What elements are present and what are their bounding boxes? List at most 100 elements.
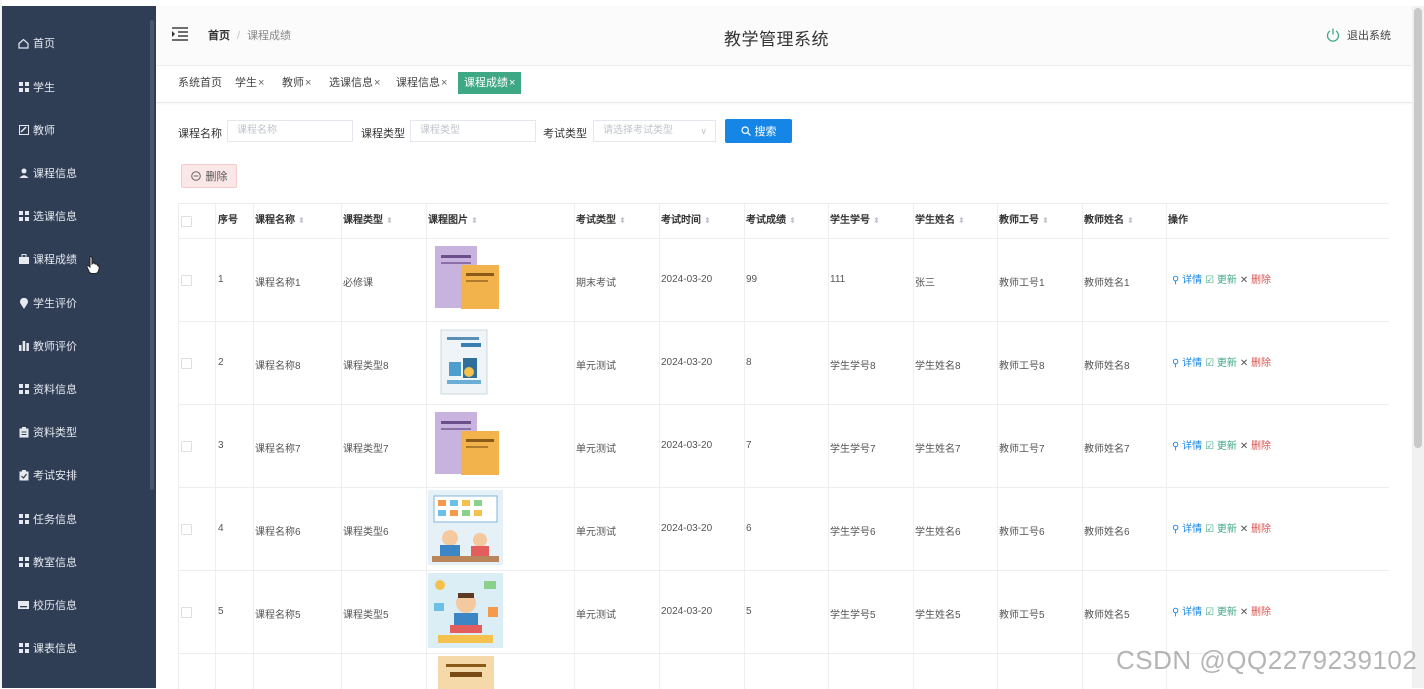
user-icon	[18, 168, 29, 179]
sort-icon[interactable]: ⬍	[873, 216, 880, 225]
menu-toggle-icon[interactable]	[172, 27, 188, 41]
detail-button[interactable]: ⚲ 详情	[1172, 354, 1202, 369]
delete-button[interactable]: ✕ 删除	[1240, 603, 1271, 618]
detail-button[interactable]: ⚲ 详情	[1172, 271, 1202, 286]
cell-course-type: 课程类型6	[343, 527, 389, 538]
row-checkbox[interactable]	[181, 441, 192, 452]
select-all-checkbox[interactable]	[181, 216, 192, 227]
column-header-course-type[interactable]: 课程类型 ⬍	[343, 204, 393, 239]
breadcrumb: 首页 / 课程成绩	[208, 27, 291, 43]
course-image-thumbnail[interactable]	[438, 656, 494, 689]
tab-label: 学生	[235, 77, 257, 89]
sort-icon[interactable]: ⬍	[619, 216, 626, 225]
sort-icon[interactable]: ⬍	[958, 216, 965, 225]
sort-icon[interactable]: ⬍	[1127, 216, 1134, 225]
close-icon[interactable]: ×	[441, 77, 447, 89]
sidebar-item-material-types[interactable]: 资料类型	[2, 417, 152, 447]
close-icon[interactable]: ×	[258, 77, 264, 89]
column-header-exam-type[interactable]: 考试类型 ⬍	[576, 204, 626, 239]
sidebar-item-label: 课表信息	[33, 643, 77, 655]
update-button[interactable]: ☑ 更新	[1205, 603, 1237, 618]
course-image-thumbnail[interactable]	[433, 409, 503, 479]
sort-icon[interactable]: ⬍	[704, 216, 711, 225]
update-button[interactable]: ☑ 更新	[1205, 437, 1237, 452]
sidebar-item-tasks[interactable]: 任务信息	[2, 504, 152, 534]
row-checkbox[interactable]	[181, 607, 192, 618]
close-icon[interactable]: ×	[374, 77, 380, 89]
cell-teacher-name: 教师姓名1	[1084, 278, 1130, 289]
course-name-input[interactable]: 课程名称	[227, 120, 353, 142]
sidebar-item-label: 教师评价	[33, 341, 77, 353]
sidebar-item-materials[interactable]: 资料信息	[2, 374, 152, 404]
sidebar-item-student-eval[interactable]: 学生评价	[2, 288, 152, 318]
search-button[interactable]: 搜索	[725, 119, 792, 143]
update-button[interactable]: ☑ 更新	[1205, 520, 1237, 535]
cell-exam-type: 期末考试	[576, 278, 616, 289]
tab-course-grades[interactable]: 课程成绩×	[458, 72, 522, 94]
tab-enrollment[interactable]: 选课信息×	[326, 72, 383, 94]
sidebar-item-school-calendar[interactable]: 校历信息	[2, 590, 152, 620]
column-header-student-no[interactable]: 学生学号 ⬍	[830, 204, 880, 239]
column-header-course-image[interactable]: 课程图片 ⬍	[428, 204, 478, 239]
course-image-thumbnail[interactable]	[439, 328, 491, 396]
tab-teachers[interactable]: 教师×	[279, 72, 314, 94]
sidebar-item-teacher-eval[interactable]: 教师评价	[2, 331, 152, 361]
close-icon: ✕	[1239, 275, 1249, 286]
sort-icon[interactable]: ⬍	[789, 216, 796, 225]
sidebar-item-home[interactable]: 首页	[2, 28, 152, 58]
column-header-teacher-name[interactable]: 教师姓名 ⬍	[1084, 204, 1134, 239]
row-checkbox[interactable]	[181, 524, 192, 535]
detail-button[interactable]: ⚲ 详情	[1172, 437, 1202, 452]
cell-course-name: 课程名称1	[255, 278, 301, 289]
sidebar-item-timetable[interactable]: 课表信息	[2, 633, 152, 663]
delete-button[interactable]: ✕ 删除	[1240, 271, 1271, 286]
course-image-thumbnail[interactable]	[433, 243, 503, 313]
sort-icon[interactable]: ⬍	[471, 216, 478, 225]
sidebar-item-classrooms[interactable]: 教室信息	[2, 547, 152, 577]
detail-button[interactable]: ⚲ 详情	[1172, 603, 1202, 618]
delete-button[interactable]: ✕ 删除	[1240, 437, 1271, 452]
course-image-thumbnail[interactable]	[428, 490, 503, 565]
delete-selected-button[interactable]: 删除	[181, 164, 237, 188]
tab-students[interactable]: 学生×	[232, 72, 267, 94]
update-button[interactable]: ☑ 更新	[1205, 271, 1237, 286]
cell-index: 5	[218, 606, 224, 617]
update-label: 更新	[1216, 524, 1237, 535]
course-type-input[interactable]: 课程类型	[410, 120, 536, 142]
page-scrollbar-thumb[interactable]	[1414, 8, 1422, 448]
tab-system-home[interactable]: 系统首页	[175, 72, 225, 94]
home-icon	[18, 38, 29, 49]
column-header-teacher-no[interactable]: 教师工号 ⬍	[999, 204, 1049, 239]
sidebar-item-teachers[interactable]: 教师	[2, 115, 152, 145]
sidebar-item-course-grades[interactable]: 课程成绩	[2, 244, 152, 274]
close-icon[interactable]: ×	[305, 77, 311, 89]
column-header-exam-time[interactable]: 考试时间 ⬍	[661, 204, 711, 239]
row-checkbox[interactable]	[181, 275, 192, 286]
sidebar-item-students[interactable]: 学生	[2, 72, 152, 102]
delete-button[interactable]: ✕ 删除	[1240, 520, 1271, 535]
detail-button[interactable]: ⚲ 详情	[1172, 520, 1202, 535]
tab-course-info[interactable]: 课程信息×	[393, 72, 450, 94]
logout-button[interactable]: 退出系统	[1326, 27, 1391, 43]
row-checkbox[interactable]	[181, 358, 192, 369]
sidebar-item-exam-schedule[interactable]: 考试安排	[2, 460, 152, 490]
tab-label: 课程信息	[396, 77, 440, 89]
edit-icon	[18, 125, 29, 136]
delete-button[interactable]: ✕ 删除	[1240, 354, 1271, 369]
row-actions: ⚲ 详情 ☑ 更新 ✕ 删除	[1172, 520, 1271, 535]
cell-index: 4	[218, 523, 224, 534]
breadcrumb-home[interactable]: 首页	[208, 30, 230, 42]
sort-icon[interactable]: ⬍	[386, 216, 393, 225]
close-icon[interactable]: ×	[509, 77, 515, 89]
sort-icon[interactable]: ⬍	[298, 216, 305, 225]
column-header-student-name[interactable]: 学生姓名 ⬍	[915, 204, 965, 239]
column-header-index: 序号	[218, 204, 238, 239]
sort-icon[interactable]: ⬍	[1042, 216, 1049, 225]
exam-type-select[interactable]: 请选择考试类型 ∨	[593, 120, 716, 142]
column-header-score[interactable]: 考试成绩 ⬍	[746, 204, 796, 239]
sidebar-item-course-info[interactable]: 课程信息	[2, 158, 152, 188]
course-image-thumbnail[interactable]	[428, 573, 503, 648]
column-header-course-name[interactable]: 课程名称 ⬍	[255, 204, 305, 239]
sidebar-item-enrollment[interactable]: 选课信息	[2, 201, 152, 231]
update-button[interactable]: ☑ 更新	[1205, 354, 1237, 369]
